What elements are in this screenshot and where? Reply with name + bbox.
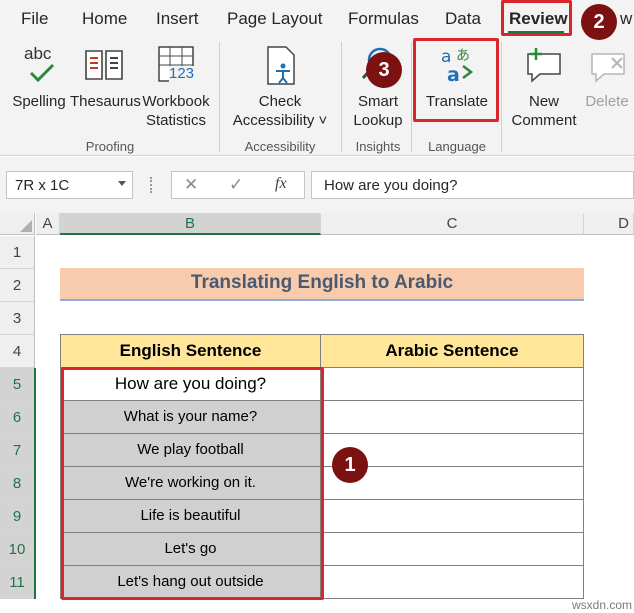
row-selection-indicator: [34, 368, 36, 599]
tab-file[interactable]: File: [21, 9, 48, 29]
group-label-language: Language: [428, 139, 486, 154]
arabic-cell[interactable]: [320, 400, 584, 434]
smart-lookup-label-line1: Smart: [357, 93, 398, 110]
selection-highlight-box: [61, 367, 324, 600]
row-header[interactable]: 11: [0, 566, 35, 599]
header-arabic-sentence[interactable]: Arabic Sentence: [320, 334, 584, 368]
delete-comment-button[interactable]: Delete: [584, 40, 634, 135]
check-accessibility-button[interactable]: Check Accessibility ˅: [228, 40, 332, 135]
delete-comment-icon: [591, 53, 625, 83]
spelling-icon: abc: [24, 44, 64, 84]
formula-bar-area: 7R x 1C ✕ ✓ fx How are you doing?: [0, 157, 634, 213]
tab-insert[interactable]: Insert: [156, 9, 199, 29]
group-separator: [219, 42, 220, 152]
smart-lookup-label-line2: Lookup: [353, 112, 403, 129]
ribbon: abc Spelling Thesaurus 123 Workbook Stat…: [0, 36, 634, 156]
review-tab-highlight-box: [501, 0, 572, 36]
worksheet: A B C D 1 2 3 4 5 6 7 8 9 10 11 Translat…: [0, 213, 634, 613]
workbook-statistics-button[interactable]: 123 Workbook Statistics: [140, 40, 212, 135]
group-separator: [501, 42, 502, 152]
sheet-title[interactable]: Translating English to Arabic: [60, 268, 584, 301]
accessibility-icon: [267, 46, 295, 85]
callout-step-3: 3: [366, 52, 402, 88]
row-header[interactable]: 2: [0, 269, 35, 302]
tab-page-layout[interactable]: Page Layout: [227, 9, 322, 29]
row-header[interactable]: 6: [0, 401, 35, 434]
tab-view-partial[interactable]: w: [620, 9, 632, 29]
new-comment-label-line2: Comment: [511, 112, 577, 129]
group-label-insights: Insights: [355, 139, 401, 154]
column-header-d[interactable]: D: [584, 213, 634, 235]
row-header[interactable]: 10: [0, 533, 35, 566]
check-accessibility-label-line1: Check: [258, 93, 302, 110]
watermark: wsxdn.com: [572, 598, 633, 612]
row-header[interactable]: 4: [0, 335, 35, 368]
name-box-value: 7R x 1C: [15, 177, 70, 194]
arabic-cell[interactable]: [320, 367, 584, 401]
row-header[interactable]: 8: [0, 467, 35, 500]
tab-formulas[interactable]: Formulas: [348, 9, 419, 29]
header-english-sentence[interactable]: English Sentence: [60, 334, 321, 368]
workbook-label-line2: Statistics: [145, 112, 206, 129]
row-header[interactable]: 5: [0, 368, 35, 401]
group-separator: [411, 42, 412, 152]
arabic-cell[interactable]: [320, 532, 584, 566]
cancel-icon[interactable]: ✕: [184, 175, 198, 195]
column-header-c[interactable]: C: [321, 213, 584, 235]
group-separator: [341, 42, 342, 152]
column-header-a[interactable]: A: [36, 213, 60, 235]
thesaurus-button[interactable]: Thesaurus: [68, 40, 141, 135]
check-accessibility-label-line2: Accessibility ˅: [232, 112, 328, 129]
select-all-corner[interactable]: [0, 213, 35, 235]
formula-input[interactable]: How are you doing?: [311, 171, 634, 199]
workbook-statistics-icon: 123: [158, 46, 195, 84]
group-label-proofing: Proofing: [85, 139, 135, 154]
row-header[interactable]: 3: [0, 302, 35, 335]
row-header[interactable]: 9: [0, 500, 35, 533]
insert-function-icon[interactable]: fx: [275, 175, 287, 193]
name-box[interactable]: 7R x 1C: [6, 171, 133, 199]
column-header-b[interactable]: B: [60, 213, 321, 235]
callout-step-1: 1: [332, 447, 368, 483]
row-header[interactable]: 7: [0, 434, 35, 467]
formula-tools: ✕ ✓ fx: [171, 171, 305, 199]
translate-highlight-box: [413, 38, 499, 122]
new-comment-label-line1: New: [528, 93, 559, 110]
row-header[interactable]: 1: [0, 236, 35, 269]
resize-handle[interactable]: [150, 177, 154, 193]
arabic-cell[interactable]: [320, 565, 584, 599]
enter-check-icon[interactable]: ✓: [229, 175, 243, 195]
new-comment-button[interactable]: New Comment: [506, 40, 582, 135]
new-comment-icon: [527, 48, 561, 83]
group-label-accessibility: Accessibility: [244, 139, 316, 154]
arabic-cell[interactable]: [320, 499, 584, 533]
tab-home[interactable]: Home: [82, 9, 127, 29]
tab-data[interactable]: Data: [445, 9, 481, 29]
book-icon: [85, 50, 123, 80]
callout-step-2: 2: [581, 4, 617, 40]
chevron-down-icon[interactable]: [118, 181, 126, 186]
workbook-label-line1: Workbook: [142, 93, 210, 110]
